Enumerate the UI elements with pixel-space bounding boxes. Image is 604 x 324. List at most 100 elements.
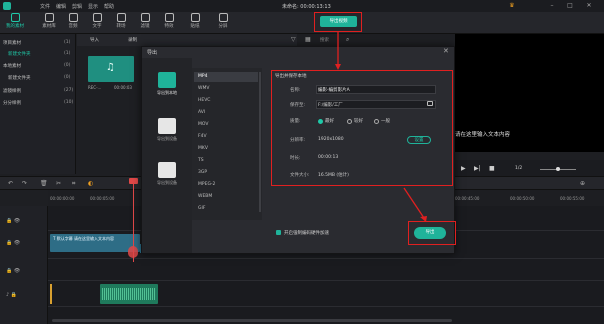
format-item[interactable]: F4V (194, 132, 258, 142)
play-icon[interactable]: ▶ (461, 165, 466, 172)
media-toolbar (77, 34, 297, 46)
undo-icon[interactable]: ↶ (8, 180, 13, 187)
track-lock-icon[interactable]: 🔒 👁 (6, 268, 20, 274)
format-item[interactable]: 3GP (194, 168, 258, 178)
track-lock-icon[interactable]: 🔒 👁 (6, 240, 20, 246)
sidebar-item-local-media[interactable]: 本地素材 (3, 63, 21, 69)
minimize-icon[interactable]: – (548, 2, 556, 10)
tool-filter[interactable]: 滤镜 (134, 13, 156, 29)
grid-icon[interactable]: ▦ (305, 36, 311, 43)
sidebar-count: (10) (64, 100, 74, 105)
sidebar-count: (0) (64, 63, 71, 68)
format-item[interactable]: MOV (194, 120, 258, 130)
stop-icon[interactable]: ■ (489, 165, 495, 172)
music-note-icon: ♫ (106, 62, 115, 73)
menu-edit[interactable]: 编辑 (56, 3, 66, 10)
search-icon[interactable]: ⌕ (346, 36, 349, 44)
track-divider (48, 280, 604, 281)
format-item[interactable]: HEVC (194, 96, 258, 106)
dialog-title: 导出 (147, 50, 158, 56)
monitor-icon (158, 72, 176, 88)
format-item[interactable]: TS (194, 156, 258, 166)
volume-knob[interactable] (556, 167, 560, 171)
dialog-close-icon[interactable]: ✕ (443, 47, 449, 55)
annotation-box (408, 221, 456, 245)
text-icon (92, 13, 102, 22)
timeline-scrollbar[interactable] (52, 319, 452, 322)
tool-transition[interactable]: 转场 (110, 13, 132, 29)
preview-overlay-text: 请在这里输入文本内容 (455, 132, 511, 138)
annotation-box (271, 70, 453, 186)
transition-icon (116, 13, 126, 22)
sidebar-item-new-folder[interactable]: 新建文件夹 (8, 51, 31, 57)
sidebar-item-project-media[interactable]: 项目素材 (3, 40, 21, 46)
sticker-icon (190, 13, 200, 22)
track-divider (48, 306, 604, 307)
search-input[interactable]: 搜索 (320, 37, 329, 43)
music-icon (68, 13, 78, 22)
sidebar-item-split-samples[interactable]: 分分样例 (3, 100, 21, 106)
sidebar-item-filter-samples[interactable]: 滤镜样例 (3, 88, 21, 94)
format-item[interactable]: GIF (194, 204, 258, 214)
format-scrollbar[interactable] (259, 72, 261, 212)
sidebar-item-new-folder-2[interactable]: 新建文件夹 (8, 75, 31, 81)
gpu-acceleration-checkbox[interactable] (276, 230, 281, 235)
menu-clip[interactable]: 剪辑 (72, 3, 82, 10)
close-icon[interactable]: ✕ (585, 2, 593, 10)
color-icon[interactable]: ◐ (88, 180, 93, 187)
tool-text[interactable]: 文字 (86, 13, 108, 29)
format-item[interactable]: AVI (194, 108, 258, 118)
effects-icon (164, 13, 174, 22)
record-button[interactable]: 录制 (128, 37, 137, 43)
menu-help[interactable]: 帮助 (104, 3, 114, 10)
tool-sticker[interactable]: 贴纸 (184, 13, 206, 29)
sidebar-count: (27) (64, 88, 74, 93)
side-export-local[interactable]: 导出到本地 (147, 72, 187, 96)
crown-icon[interactable]: ♛ (508, 2, 516, 10)
film-icon (158, 162, 176, 178)
menu-file[interactable]: 文件 (40, 3, 50, 10)
side-export-device-2[interactable]: 导出到设备 (147, 162, 187, 186)
window-title: 未命名: 00:00:13:13 (282, 4, 331, 10)
filter-icon[interactable]: ▽ (291, 36, 296, 43)
delete-icon[interactable]: 🗑 (40, 180, 48, 187)
split-icon (218, 13, 228, 22)
import-button[interactable]: 导入 (90, 37, 99, 43)
media-duration: 00:00:03 (114, 85, 132, 90)
app-logo (3, 2, 11, 10)
redo-icon[interactable]: ↷ (22, 180, 27, 187)
page-indicator: 1/2 (515, 166, 523, 171)
track-lock-icon[interactable]: 🔒 👁 (6, 218, 20, 224)
format-item[interactable]: WEBM (194, 192, 258, 202)
track-audio-icon[interactable]: ♪ 🔒 (6, 292, 17, 298)
folder-icon (10, 13, 20, 22)
playhead-marker[interactable] (128, 246, 138, 258)
format-item[interactable]: MKV (194, 144, 258, 154)
menu-view[interactable]: 显示 (88, 3, 98, 10)
tool-my-media[interactable]: 我的素材 (4, 13, 26, 29)
tool-audio[interactable]: 音频 (62, 13, 84, 29)
ruler-label: 00:00:55:00 (560, 196, 585, 201)
format-item[interactable]: MP4 (194, 72, 258, 82)
format-item[interactable]: MPEG-2 (194, 180, 258, 190)
cut-icon[interactable]: ✂ (56, 180, 61, 187)
ruler-label: 00:00:50:00 (510, 196, 535, 201)
tool-media-library[interactable]: 素材库 (38, 13, 60, 29)
audio-waveform (102, 288, 156, 300)
ruler-label: 00:00:05:00 (90, 196, 115, 201)
track-divider (48, 258, 604, 259)
side-export-device[interactable]: 导出到设备 (147, 118, 187, 142)
annotation-box (314, 12, 362, 32)
device-icon (158, 118, 176, 134)
format-item[interactable]: WMV (194, 84, 258, 94)
ruler-label: 00:00:45:00 (455, 196, 480, 201)
gpu-acceleration-label: 开启强制编码硬件加速 (284, 231, 329, 236)
library-icon (44, 13, 54, 22)
zoom-icon[interactable]: ⊕ (580, 180, 585, 187)
maximize-icon[interactable]: □ (566, 2, 574, 10)
step-icon[interactable]: ▶| (474, 165, 481, 172)
tool-effects[interactable]: 特效 (158, 13, 180, 29)
filter-icon (140, 13, 150, 22)
crop-icon[interactable]: ⌗ (72, 180, 75, 188)
tool-split-screen[interactable]: 分屏 (212, 13, 234, 29)
